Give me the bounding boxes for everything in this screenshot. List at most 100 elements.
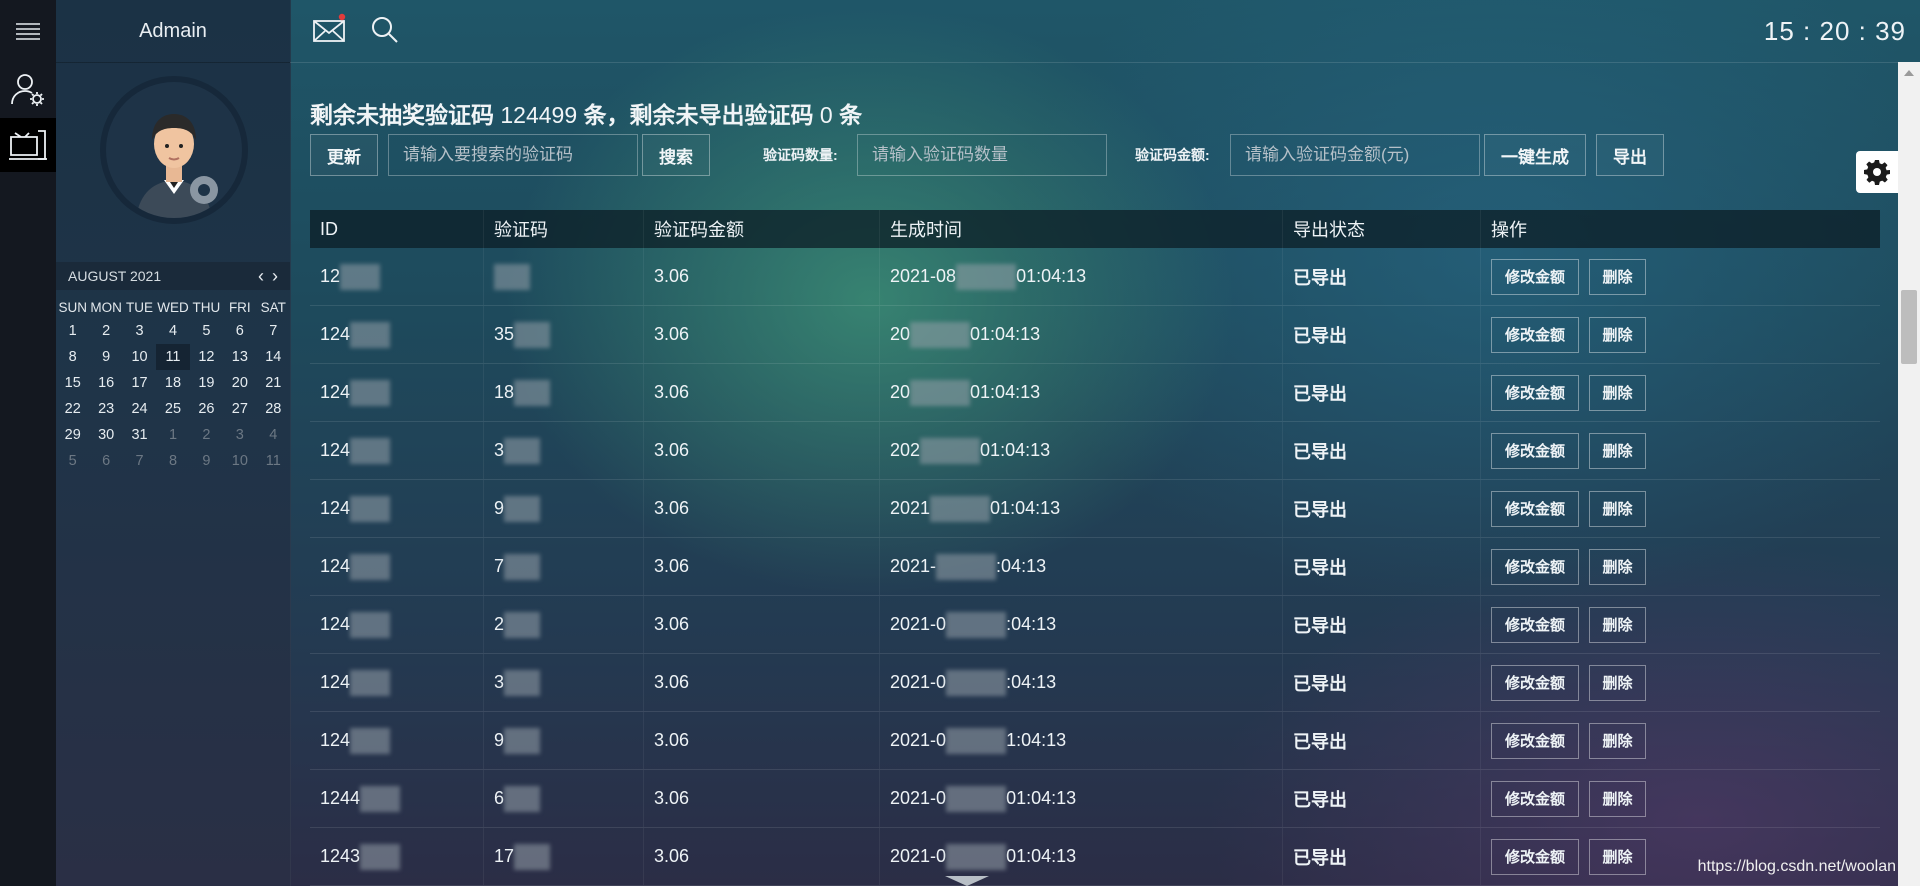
calendar-day[interactable]: 23	[89, 396, 122, 422]
calendar-day[interactable]: 8	[56, 344, 89, 370]
calendar-day[interactable]: 11	[257, 448, 290, 474]
search-input[interactable]	[388, 134, 638, 176]
amount-label: 验证码金额:	[1135, 147, 1210, 163]
calendar-day[interactable]: 25	[156, 396, 189, 422]
actions-cell: 修改金额 删除	[1481, 654, 1880, 711]
calendar-day[interactable]: 28	[257, 396, 290, 422]
calendar-day[interactable]: 31	[123, 422, 156, 448]
calendar-day[interactable]: 20	[223, 370, 256, 396]
calendar-day[interactable]: 8	[156, 448, 189, 474]
delete-button[interactable]: 删除	[1589, 258, 1646, 295]
summary-text: 剩余未抽奖验证码 124499 条，剩余未导出验证码 0 条	[310, 96, 862, 130]
column-header: 生成时间	[880, 210, 1283, 248]
monitor-button[interactable]	[0, 118, 56, 172]
export-button[interactable]: 导出	[1596, 134, 1664, 176]
calendar-day[interactable]: 14	[257, 344, 290, 370]
edit-amount-button[interactable]: 修改金额	[1491, 316, 1579, 353]
edit-amount-button[interactable]: 修改金额	[1491, 606, 1579, 643]
calendar-day[interactable]: 7	[257, 318, 290, 344]
scroll-up-arrow[interactable]	[1904, 70, 1914, 76]
calendar-day[interactable]: 2	[89, 318, 122, 344]
calendar-day[interactable]: 5	[56, 448, 89, 474]
delete-button[interactable]: 删除	[1589, 664, 1646, 701]
id-value: 12	[320, 266, 341, 286]
search-button[interactable]	[370, 15, 400, 50]
calendar-weekday: WED	[157, 299, 189, 315]
calendar-day[interactable]: 30	[89, 422, 122, 448]
calendar-day[interactable]: 9	[89, 344, 122, 370]
calendar-day[interactable]: 24	[123, 396, 156, 422]
edit-amount-button[interactable]: 修改金额	[1491, 432, 1579, 469]
scrollbar-thumb[interactable]	[1901, 290, 1917, 364]
menu-toggle-button[interactable]	[0, 3, 56, 59]
edit-amount-button[interactable]: 修改金额	[1491, 374, 1579, 411]
delete-button[interactable]: 删除	[1589, 838, 1646, 875]
calendar-day[interactable]: 7	[123, 448, 156, 474]
delete-button[interactable]: 删除	[1589, 432, 1646, 469]
calendar-day[interactable]: 27	[223, 396, 256, 422]
watermark-text: https://blog.csdn.net/woolan	[1697, 858, 1896, 875]
calendar-day[interactable]: 3	[123, 318, 156, 344]
search-submit-button[interactable]: 搜索	[642, 134, 710, 176]
calendar-day[interactable]: 29	[56, 422, 89, 448]
chevron-left-icon[interactable]: ‹	[254, 266, 268, 287]
calendar-day[interactable]: 18	[156, 370, 189, 396]
edit-amount-button[interactable]: 修改金额	[1491, 258, 1579, 295]
avatar	[100, 76, 248, 224]
generate-button[interactable]: 一键生成	[1484, 134, 1586, 176]
calendar-day[interactable]: 10	[123, 344, 156, 370]
delete-button[interactable]: 删除	[1589, 722, 1646, 759]
calendar-day[interactable]: 3	[223, 422, 256, 448]
calendar-day[interactable]: 4	[257, 422, 290, 448]
calendar-day[interactable]: 19	[190, 370, 223, 396]
time-cell: 20 01:04:13	[880, 364, 1283, 421]
edit-amount-button[interactable]: 修改金额	[1491, 780, 1579, 817]
table-row: 124 3 3.06 2021-0:04:13 已导出 修改金额 删除	[310, 654, 1880, 712]
settings-tab[interactable]	[1856, 151, 1898, 193]
edit-amount-button[interactable]: 修改金额	[1491, 664, 1579, 701]
code-value: 9	[494, 498, 505, 518]
messages-button[interactable]	[312, 13, 348, 48]
redacted-block	[514, 843, 551, 870]
delete-button[interactable]: 删除	[1589, 316, 1646, 353]
delete-button[interactable]: 删除	[1589, 606, 1646, 643]
quantity-input[interactable]	[857, 134, 1107, 176]
edit-amount-button[interactable]: 修改金额	[1491, 490, 1579, 527]
calendar-day[interactable]: 5	[190, 318, 223, 344]
calendar-day[interactable]: 9	[190, 448, 223, 474]
summary-prefix: 剩余未抽奖验证码	[310, 102, 494, 128]
amount-input[interactable]	[1230, 134, 1480, 176]
edit-amount-button[interactable]: 修改金额	[1491, 548, 1579, 585]
edit-amount-button[interactable]: 修改金额	[1491, 722, 1579, 759]
delete-button[interactable]: 删除	[1589, 374, 1646, 411]
edit-amount-button[interactable]: 修改金额	[1491, 838, 1579, 875]
refresh-button[interactable]: 更新	[310, 134, 378, 176]
calendar-day[interactable]: 6	[89, 448, 122, 474]
calendar-day[interactable]: 17	[123, 370, 156, 396]
calendar-day[interactable]: 1	[56, 318, 89, 344]
scroll-down-indicator[interactable]	[945, 876, 989, 886]
calendar-day[interactable]: 10	[223, 448, 256, 474]
calendar-day[interactable]: 13	[223, 344, 256, 370]
calendar-day[interactable]: 11	[156, 344, 190, 370]
calendar-day[interactable]: 22	[56, 396, 89, 422]
redacted-block	[514, 321, 551, 348]
calendar-day[interactable]: 12	[190, 344, 223, 370]
user-settings-button[interactable]	[0, 62, 56, 118]
delete-button[interactable]: 删除	[1589, 548, 1646, 585]
calendar-day[interactable]: 15	[56, 370, 89, 396]
vertical-scrollbar[interactable]	[1898, 62, 1920, 886]
redacted-block	[350, 553, 391, 580]
calendar-day[interactable]: 1	[156, 422, 189, 448]
delete-button[interactable]: 删除	[1589, 780, 1646, 817]
chevron-right-icon[interactable]: ›	[268, 266, 282, 287]
calendar-day[interactable]: 26	[190, 396, 223, 422]
calendar-day[interactable]: 4	[156, 318, 189, 344]
calendar-day[interactable]: 2	[190, 422, 223, 448]
top-bar: 15 : 20 : 39	[290, 0, 1920, 63]
calendar-day[interactable]: 6	[223, 318, 256, 344]
calendar-day[interactable]: 21	[257, 370, 290, 396]
export-status: 已导出	[1283, 248, 1481, 305]
calendar-day[interactable]: 16	[89, 370, 122, 396]
delete-button[interactable]: 删除	[1589, 490, 1646, 527]
